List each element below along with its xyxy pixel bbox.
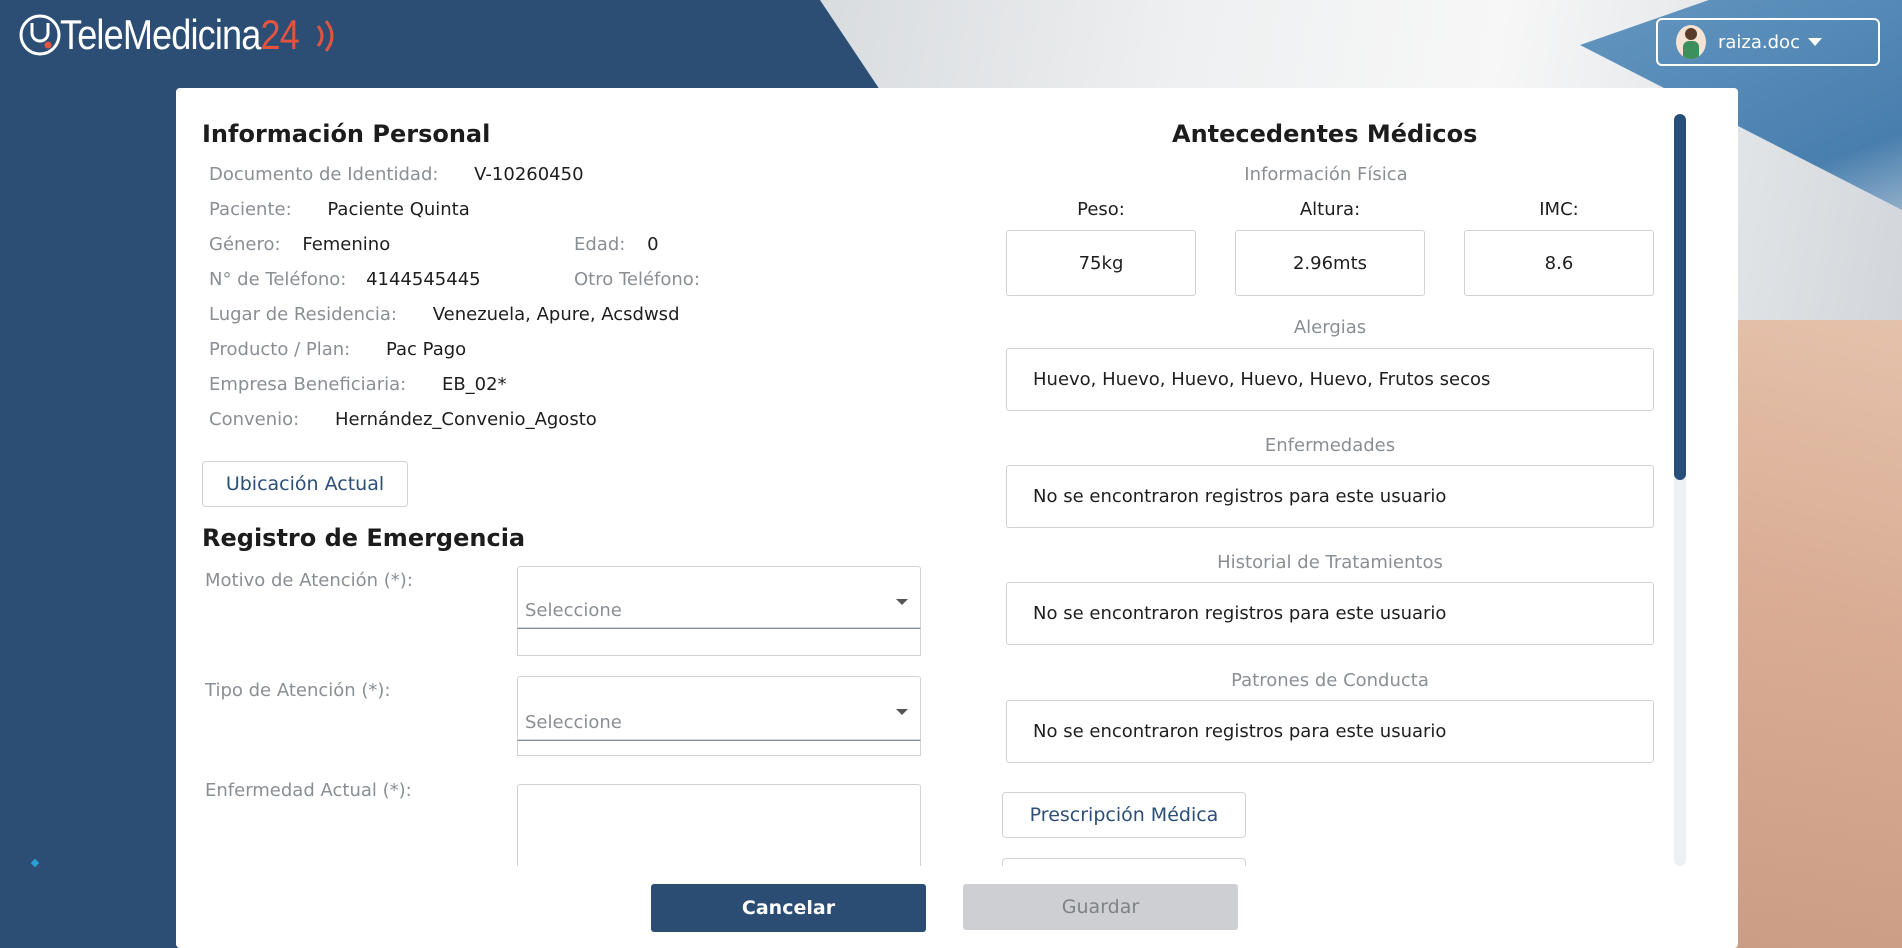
reason-label: Motivo de Atención (*): — [205, 570, 413, 591]
residence-value: Venezuela, Apure, Acsdwsd — [432, 304, 680, 325]
app-logo[interactable]: TeleMedicina24 — [18, 12, 338, 58]
chevron-down-icon — [1807, 38, 1822, 46]
logo-number: 24 — [260, 11, 300, 58]
patient-label: Paciente: — [209, 199, 292, 220]
user-name: raiza.doc — [1718, 31, 1800, 53]
allergies-value: Huevo, Huevo, Huevo, Huevo, Huevo, Fruto… — [1006, 348, 1654, 411]
treatments-label: Historial de Tratamientos — [1217, 552, 1443, 573]
reason-select-extra — [517, 628, 921, 656]
phone-row: N° de Teléfono: 4144545445 — [209, 269, 481, 290]
agreement-label: Convenio: — [209, 409, 300, 430]
signal-waves-icon — [316, 20, 334, 52]
company-label: Empresa Beneficiaria: — [209, 374, 407, 395]
other-phone-row: Otro Teléfono: — [574, 269, 700, 290]
bmi-label: IMC: — [1539, 199, 1579, 220]
bmi-value: 8.6 — [1464, 230, 1654, 296]
age-value: 0 — [647, 234, 659, 255]
patient-row: Paciente: Paciente Quinta — [209, 199, 470, 220]
current-location-button[interactable]: Ubicación Actual — [202, 461, 408, 507]
other-phone-label: Otro Teléfono: — [574, 269, 700, 290]
behavior-label: Patrones de Conducta — [1231, 670, 1429, 691]
save-button[interactable]: Guardar — [963, 884, 1238, 930]
document-label: Documento de Identidad: — [209, 164, 439, 185]
height-value: 2.96mts — [1235, 230, 1425, 296]
avatar — [1676, 25, 1706, 59]
gender-value: Femenino — [302, 234, 391, 255]
plan-label: Producto / Plan: — [209, 339, 351, 360]
illness-textarea[interactable] — [517, 784, 921, 866]
prescription-button[interactable]: Prescripción Médica — [1002, 792, 1246, 838]
treatments-value: No se encontraron registros para este us… — [1006, 582, 1654, 645]
dropdown-arrow-icon — [896, 709, 908, 715]
agreement-value: Hernández_Convenio_Agosto — [334, 409, 597, 430]
reason-select[interactable]: Seleccione — [517, 566, 921, 628]
phone-label: N° de Teléfono: — [209, 269, 347, 290]
reason-placeholder: Seleccione — [525, 600, 622, 621]
plan-row: Producto / Plan: Pac Pago — [209, 339, 466, 360]
age-label: Edad: — [574, 234, 626, 255]
user-menu-button[interactable]: raiza.doc — [1656, 18, 1880, 66]
diseases-label: Enfermedades — [1264, 435, 1396, 456]
agreement-row: Convenio: Hernández_Convenio_Agosto — [209, 409, 597, 430]
type-placeholder: Seleccione — [525, 712, 622, 733]
type-select-extra — [517, 740, 921, 756]
emergency-title: Registro de Emergencia — [202, 524, 526, 552]
company-row: Empresa Beneficiaria: EB_02* — [209, 374, 507, 395]
company-value: EB_02* — [441, 374, 507, 395]
residence-label: Lugar de Residencia: — [209, 304, 397, 325]
stethoscope-icon — [19, 14, 61, 56]
medical-history-title: Antecedentes Médicos — [1172, 120, 1478, 148]
gender-label: Género: — [209, 234, 281, 255]
residence-row: Lugar de Residencia: Venezuela, Apure, A… — [209, 304, 680, 325]
scrollbar-thumb[interactable] — [1674, 114, 1686, 480]
type-select[interactable]: Seleccione — [517, 676, 921, 740]
logo-text: TeleMedicina24 — [60, 11, 300, 58]
scroll-content[interactable]: Información Personal Documento de Identi… — [176, 88, 1686, 866]
behavior-value: No se encontraron registros para este us… — [1006, 700, 1654, 763]
illness-label: Enfermedad Actual (*): — [205, 780, 412, 801]
document-value: V-10260450 — [474, 164, 584, 185]
patient-card: Información Personal Documento de Identi… — [176, 88, 1738, 948]
cancel-button[interactable]: Cancelar — [651, 884, 926, 932]
height-label: Altura: — [1299, 199, 1361, 220]
allergies-label: Alergias — [1293, 317, 1367, 338]
weight-value: 75kg — [1006, 230, 1196, 296]
age-row: Edad: 0 — [574, 234, 659, 255]
gender-row: Género: Femenino — [209, 234, 390, 255]
type-label: Tipo de Atención (*): — [205, 680, 391, 701]
document-row: Documento de Identidad: V-10260450 — [209, 164, 584, 185]
weight-label: Peso: — [1077, 199, 1125, 220]
diseases-value: No se encontraron registros para este us… — [1006, 465, 1654, 528]
personal-info-title: Información Personal — [202, 120, 491, 148]
dropdown-arrow-icon — [896, 599, 908, 605]
plan-value: Pac Pago — [385, 339, 467, 360]
logo-name: TeleMedicina — [60, 11, 261, 58]
phone-value: 4144545445 — [366, 269, 481, 290]
secondary-action-button[interactable] — [1002, 858, 1246, 866]
patient-value: Paciente Quinta — [327, 199, 470, 220]
physical-info-label: Información Física — [1244, 164, 1408, 185]
